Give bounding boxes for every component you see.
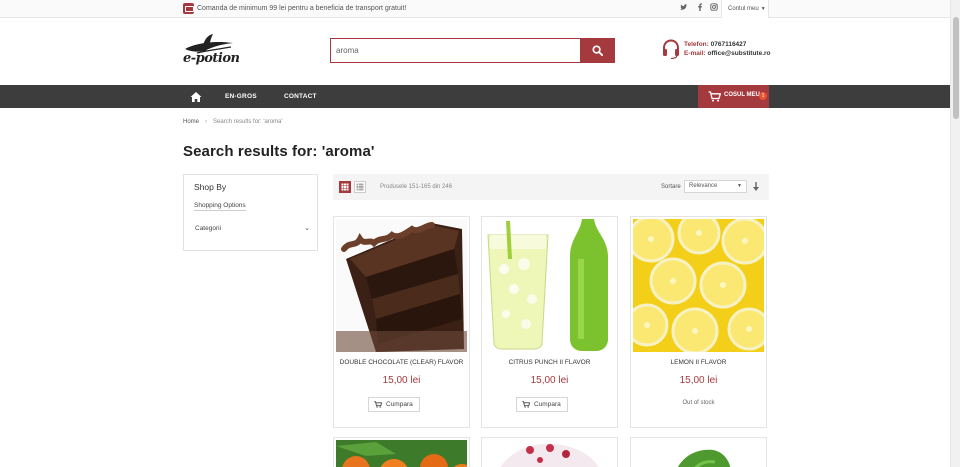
free-shipping-notice: Comanda de minimum 99 lei pentru a benef… bbox=[197, 5, 407, 12]
chevron-down-icon: ▼ bbox=[760, 6, 766, 12]
category-filter[interactable]: Categorii ⌄ bbox=[195, 225, 310, 232]
account-menu-label: Contul meu bbox=[728, 6, 759, 12]
product-image[interactable] bbox=[484, 219, 615, 352]
search-icon bbox=[591, 45, 603, 56]
product-image[interactable] bbox=[336, 219, 467, 352]
cart-count-badge: 1 bbox=[759, 92, 767, 100]
shopping-cart-icon bbox=[374, 401, 382, 408]
facebook-icon[interactable] bbox=[696, 3, 704, 14]
product-image[interactable] bbox=[633, 219, 764, 352]
sort-label: Sortare bbox=[661, 184, 681, 190]
filter-sidebar: Shop By Shopping Options Categorii ⌄ bbox=[183, 174, 318, 251]
page-title: Search results for: 'aroma' bbox=[183, 143, 375, 160]
shopping-options-heading: Shopping Options bbox=[194, 202, 246, 211]
product-card: DOUBLE CHOCOLATE (CLEAR) FLAVOR 15,00 le… bbox=[333, 216, 470, 428]
product-name[interactable]: CITRUS PUNCH II FLAVOR bbox=[482, 358, 617, 367]
product-card bbox=[333, 437, 470, 467]
product-price: 15,00 lei bbox=[679, 375, 718, 386]
account-menu[interactable]: Contul meu ▼ bbox=[721, 0, 769, 18]
phone-line: Telefon: 0767116427 bbox=[684, 40, 746, 49]
product-toolbar: Produsele 151-165 din 246 Sortare Releva… bbox=[333, 174, 769, 200]
product-name[interactable]: DOUBLE CHOCOLATE (CLEAR) FLAVOR bbox=[334, 358, 469, 367]
stock-status: Out of stock bbox=[682, 400, 715, 406]
chevron-right-icon: › bbox=[205, 119, 208, 125]
email-address[interactable]: office@substitute.ro bbox=[707, 50, 770, 57]
email-label: E-mail: bbox=[684, 50, 706, 57]
cart-button[interactable]: COSUL MEU 1 bbox=[698, 85, 769, 108]
shopping-cart-icon bbox=[522, 401, 530, 408]
chevron-down-icon: ▼ bbox=[737, 183, 742, 189]
sort-direction-icon[interactable] bbox=[752, 181, 760, 192]
result-count: Produsele 151-165 din 246 bbox=[380, 184, 453, 190]
add-to-cart-button[interactable]: Cumpara bbox=[368, 397, 420, 412]
product-card: CITRUS PUNCH II FLAVOR 15,00 lei Cumpara bbox=[481, 216, 618, 428]
page-scrollbar[interactable] bbox=[950, 0, 960, 467]
category-filter-label: Categorii bbox=[195, 225, 222, 232]
contact-info: Telefon: 0767116427 E-mail: office@subst… bbox=[662, 38, 772, 62]
breadcrumb-current: Search results for: 'aroma' bbox=[213, 119, 283, 125]
site-header: e-potion Telefon: 0767116427 E-mail: off… bbox=[0, 18, 960, 85]
sort-select-value: Relevance bbox=[689, 183, 718, 189]
list-icon bbox=[356, 183, 364, 191]
product-price: 15,00 lei bbox=[530, 375, 569, 386]
grid-view-button[interactable] bbox=[339, 181, 351, 193]
search-input[interactable] bbox=[331, 39, 581, 62]
logo-wordmark: e-potion bbox=[183, 51, 240, 66]
add-to-cart-label: Cumpara bbox=[386, 401, 413, 408]
search-button[interactable] bbox=[580, 39, 614, 62]
sidebar-title: Shop By bbox=[194, 182, 227, 192]
product-card bbox=[630, 437, 767, 467]
top-bar: Comanda de minimum 99 lei pentru a benef… bbox=[0, 0, 960, 18]
product-card: LEMON II FLAVOR 15,00 lei Out of stock bbox=[630, 216, 767, 428]
product-name[interactable]: LEMON II FLAVOR bbox=[631, 358, 766, 367]
twitter-icon[interactable] bbox=[680, 3, 688, 14]
home-icon[interactable] bbox=[190, 90, 202, 102]
main-nav: EN-GROS CONTACT COSUL MEU 1 bbox=[0, 85, 950, 108]
phone-number[interactable]: 0767116427 bbox=[711, 41, 747, 48]
shopping-cart-icon bbox=[708, 91, 721, 102]
list-view-button[interactable] bbox=[354, 181, 366, 193]
nav-item-en-gros[interactable]: EN-GROS bbox=[225, 85, 257, 108]
scrollbar-thumb[interactable] bbox=[953, 17, 959, 119]
phone-label: Telefon: bbox=[684, 41, 709, 48]
nav-item-contact[interactable]: CONTACT bbox=[284, 85, 317, 108]
sort-select[interactable]: Relevance ▼ bbox=[684, 180, 747, 193]
grid-icon bbox=[341, 183, 349, 191]
breadcrumb-home[interactable]: Home bbox=[183, 119, 199, 125]
instagram-icon[interactable] bbox=[710, 3, 718, 14]
chevron-down-icon: ⌄ bbox=[304, 225, 310, 232]
cart-label: COSUL MEU bbox=[724, 92, 760, 98]
email-line: E-mail: office@substitute.ro bbox=[684, 49, 771, 58]
breadcrumb: Home › Search results for: 'aroma' bbox=[183, 118, 283, 126]
product-price: 15,00 lei bbox=[382, 375, 421, 386]
product-image[interactable] bbox=[336, 440, 467, 467]
headset-icon bbox=[663, 39, 679, 59]
product-card bbox=[481, 437, 618, 467]
add-to-cart-label: Cumpara bbox=[534, 401, 561, 408]
add-to-cart-button[interactable]: Cumpara bbox=[516, 397, 568, 412]
search-form bbox=[330, 38, 615, 63]
delivery-truck-icon bbox=[183, 3, 194, 14]
product-image[interactable] bbox=[484, 440, 615, 467]
product-image[interactable] bbox=[633, 440, 764, 467]
